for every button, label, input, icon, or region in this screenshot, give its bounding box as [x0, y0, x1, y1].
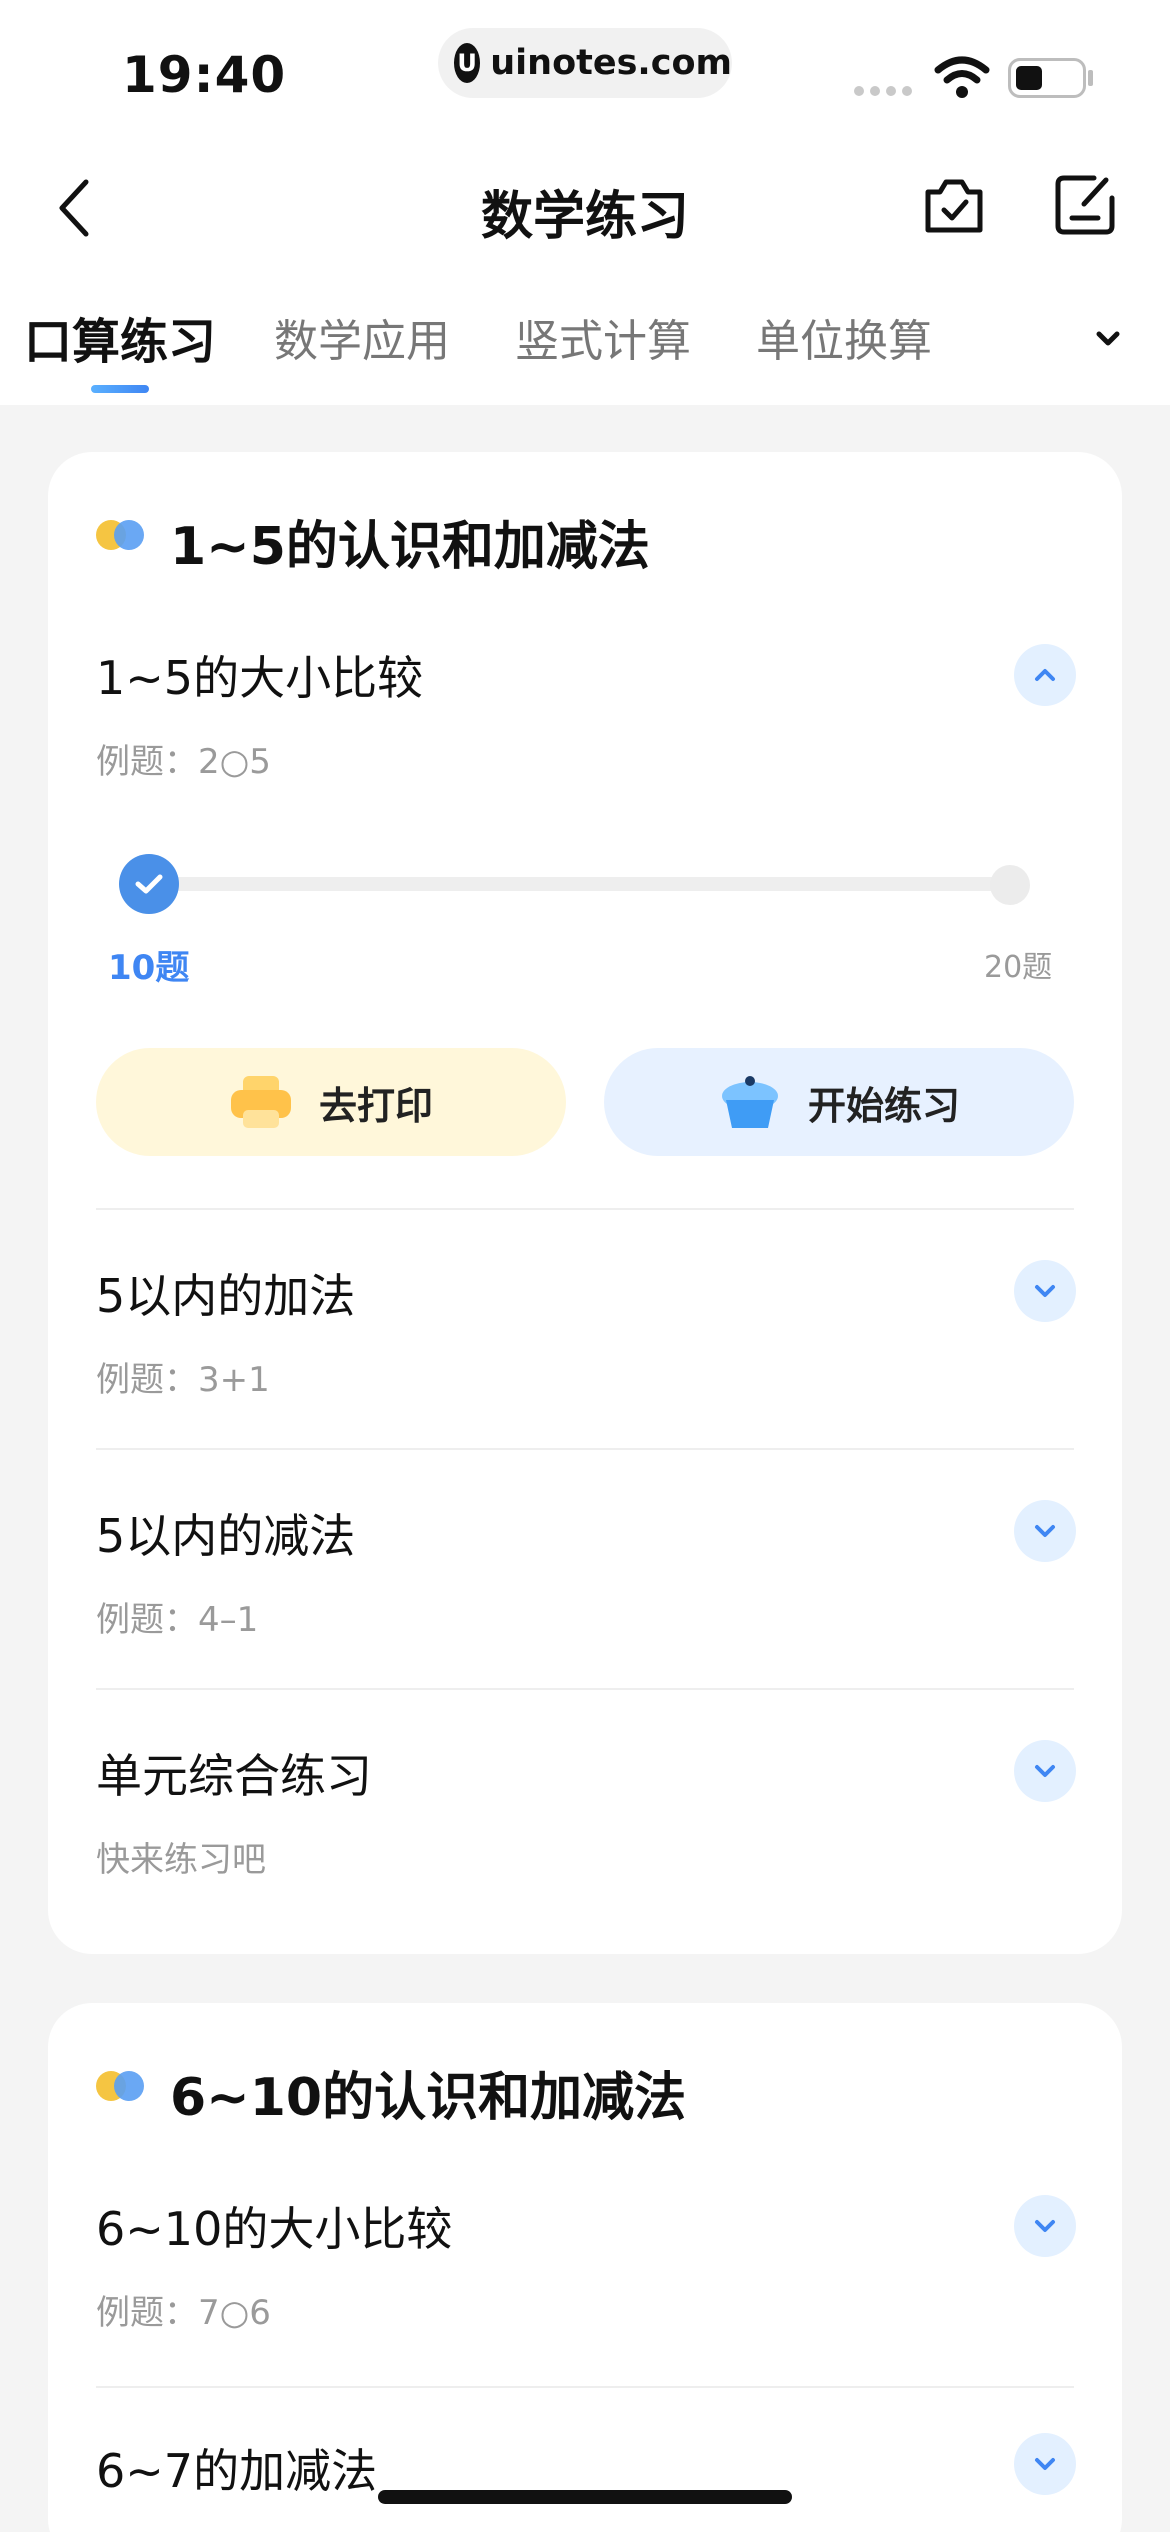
- expand-button[interactable]: [1014, 2433, 1076, 2495]
- chevron-down-icon: [1035, 2458, 1055, 2470]
- site-logo-icon: U: [454, 43, 481, 83]
- active-tab-indicator: [91, 385, 149, 393]
- edit-note-icon[interactable]: [1054, 174, 1116, 236]
- status-time: 19:40: [122, 46, 287, 104]
- wifi-icon: [934, 56, 990, 98]
- exercise-example: 例题：3+1: [96, 1360, 270, 1400]
- print-button[interactable]: 去打印: [96, 1048, 566, 1156]
- camera-check-icon[interactable]: [922, 176, 986, 236]
- battery-tip: [1088, 70, 1093, 86]
- exercise-title[interactable]: 单元综合练习: [96, 1740, 372, 1806]
- divider: [96, 1448, 1074, 1450]
- exercise-example: 例题：4–1: [96, 1600, 259, 1640]
- tab-oral-calculation[interactable]: 口算练习: [24, 302, 216, 372]
- section-title: 1~5的认识和加减法: [170, 517, 650, 577]
- exercise-title[interactable]: 6~7的加减法: [96, 2435, 377, 2501]
- divider: [96, 1688, 1074, 1690]
- expand-button[interactable]: [1014, 1260, 1076, 1322]
- nav-bar: 数学练习: [0, 140, 1170, 275]
- exercise-title[interactable]: 5以内的减法: [96, 1500, 355, 1566]
- cellular-signal-icon: [854, 86, 912, 96]
- status-bar: 19:40 U uinotes.com: [0, 0, 1170, 140]
- chevron-down-icon[interactable]: [1094, 325, 1122, 353]
- url-text: uinotes.com: [490, 43, 732, 83]
- divider: [96, 2386, 1074, 2388]
- slider-knob[interactable]: [119, 854, 179, 914]
- section-dots-icon: [96, 2071, 148, 2101]
- expand-button[interactable]: [1014, 1740, 1076, 1802]
- slider-min-label[interactable]: 10题: [108, 940, 189, 989]
- exercise-example: 例题：7○6: [96, 2293, 271, 2333]
- exercise-title[interactable]: 1~5的大小比较: [96, 642, 423, 708]
- category-tabs: 口算练习 数学应用 竖式计算 单位换算: [0, 275, 1170, 405]
- url-pill[interactable]: U uinotes.com: [438, 28, 732, 98]
- tab-unit-conversion[interactable]: 单位换算: [756, 305, 932, 369]
- exercise-example: 快来练习吧: [96, 1840, 266, 1880]
- section-card: 1~5的认识和加减法 1~5的大小比较 例题：2○5 10题 20题 去打印 开…: [48, 452, 1122, 1954]
- slider-end-stop[interactable]: [990, 865, 1030, 905]
- exercise-example: 例题：2○5: [96, 742, 271, 782]
- chevron-down-icon: [1035, 1765, 1055, 1777]
- section-dots-icon: [96, 520, 148, 550]
- exercise-title[interactable]: 6~10的大小比较: [96, 2193, 452, 2259]
- page-title: 数学练习: [480, 187, 689, 247]
- chevron-down-icon: [1035, 1285, 1055, 1297]
- exercise-title[interactable]: 5以内的加法: [96, 1260, 355, 1326]
- chevron-down-icon: [1035, 2220, 1055, 2232]
- print-button-label: 去打印: [318, 1083, 433, 1128]
- home-indicator[interactable]: [378, 2490, 792, 2504]
- expand-button[interactable]: [1014, 1500, 1076, 1562]
- question-count-slider[interactable]: [128, 877, 1028, 891]
- start-practice-label: 开始练习: [807, 1083, 960, 1128]
- check-icon: [135, 874, 163, 894]
- slider-max-label[interactable]: 20题: [984, 942, 1052, 986]
- expand-button[interactable]: [1014, 2195, 1076, 2257]
- section-card: 6~10的认识和加减法 6~10的大小比较 例题：7○6 6~7的加减法: [48, 2003, 1122, 2532]
- tab-vertical-calculation[interactable]: 竖式计算: [515, 305, 691, 369]
- collapse-button[interactable]: [1014, 644, 1076, 706]
- section-title: 6~10的认识和加减法: [170, 2068, 687, 2128]
- start-practice-button[interactable]: 开始练习: [604, 1048, 1074, 1156]
- cupcake-icon: [721, 1076, 778, 1128]
- tab-math-application[interactable]: 数学应用: [274, 305, 450, 369]
- divider: [96, 1208, 1074, 1210]
- chevron-down-icon: [1035, 1525, 1055, 1537]
- chevron-up-icon: [1035, 669, 1055, 681]
- battery-icon: [1008, 58, 1086, 98]
- printer-icon: [230, 1076, 291, 1128]
